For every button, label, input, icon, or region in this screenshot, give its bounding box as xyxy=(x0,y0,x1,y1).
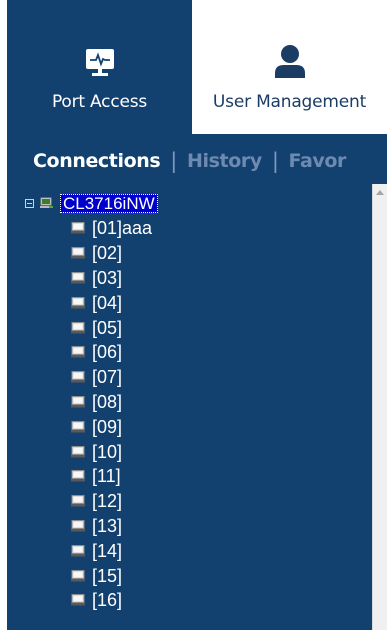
history-link[interactable]: History xyxy=(187,150,262,172)
computer-icon xyxy=(71,371,85,383)
port-label[interactable]: [14] xyxy=(92,541,122,561)
port-label[interactable]: [04] xyxy=(92,293,122,313)
port-row[interactable]: [15] xyxy=(71,563,152,588)
port-row[interactable]: [06] xyxy=(71,340,152,365)
computer-icon xyxy=(71,544,85,557)
port-row[interactable]: [09] xyxy=(71,414,152,439)
port-label[interactable]: [07] xyxy=(92,367,122,387)
port-row[interactable]: [07] xyxy=(71,365,152,390)
computer-icon xyxy=(71,222,85,234)
port-label[interactable]: [16] xyxy=(92,590,122,610)
computer-icon xyxy=(71,470,85,482)
tab-port-access[interactable]: Port Access xyxy=(7,0,192,134)
kvm-switch-icon xyxy=(40,197,54,209)
connections-link[interactable]: Connections xyxy=(33,150,161,172)
port-label[interactable]: [12] xyxy=(92,491,122,511)
port-row[interactable]: [08] xyxy=(71,390,152,415)
port-row[interactable]: [03] xyxy=(71,266,152,291)
port-label[interactable]: [02] xyxy=(92,243,122,263)
computer-icon xyxy=(71,569,85,582)
port-label[interactable]: [03] xyxy=(92,268,122,288)
connection-tree: CL3716iNW [01]aaa [02] [03] [04] [05] [06] [07… xyxy=(7,184,372,628)
computer-icon xyxy=(71,321,85,334)
tab-port-access-label: Port Access xyxy=(51,92,148,112)
monitor-pulse-icon xyxy=(82,42,118,78)
port-row[interactable]: [11] xyxy=(71,464,152,489)
computer-icon xyxy=(71,445,85,458)
port-list: [01]aaa [02] [03] [04] [05] [06] [07] [08] [09] [… xyxy=(71,216,152,613)
computer-icon xyxy=(71,247,85,259)
port-row[interactable]: [12] xyxy=(71,489,152,514)
port-row[interactable]: [01]aaa xyxy=(71,216,152,241)
view-links: Connections | History | Favor xyxy=(33,146,346,176)
collapse-toggle-icon[interactable] xyxy=(25,198,34,208)
computer-icon xyxy=(71,495,85,507)
computer-icon xyxy=(71,395,85,408)
port-label[interactable]: [09] xyxy=(92,417,122,437)
port-row[interactable]: [02] xyxy=(71,241,152,266)
tab-user-management-label: User Management xyxy=(212,92,367,112)
link-separator: | xyxy=(170,149,177,173)
computer-icon xyxy=(71,519,85,532)
computer-icon xyxy=(71,594,85,606)
tree-root-label[interactable]: CL3716iNW xyxy=(60,193,158,213)
computer-icon xyxy=(71,296,85,309)
port-label[interactable]: [11] xyxy=(92,466,121,486)
port-row[interactable]: [04] xyxy=(71,290,152,315)
computer-icon xyxy=(71,346,85,358)
port-row[interactable]: [10] xyxy=(71,439,152,464)
port-row[interactable]: [13] xyxy=(71,514,152,539)
port-label[interactable]: [05] xyxy=(92,318,122,338)
top-navigation-bar: Port Access User Management xyxy=(0,0,387,134)
port-label[interactable]: [01]aaa xyxy=(92,218,152,238)
tree-root-node[interactable]: CL3716iNW xyxy=(25,192,158,214)
port-label[interactable]: [15] xyxy=(92,566,122,586)
tree-scrollbar[interactable] xyxy=(372,184,387,630)
port-label[interactable]: [10] xyxy=(92,442,122,462)
user-icon xyxy=(274,42,306,78)
favorites-link[interactable]: Favor xyxy=(289,150,347,172)
port-label[interactable]: [06] xyxy=(92,342,122,362)
port-row[interactable]: [14] xyxy=(71,538,152,563)
computer-icon xyxy=(71,271,85,284)
scroll-up-arrow-icon[interactable] xyxy=(376,190,384,195)
computer-icon xyxy=(71,420,85,433)
port-label[interactable]: [08] xyxy=(92,392,122,412)
link-separator: | xyxy=(271,149,279,173)
tab-user-management[interactable]: User Management xyxy=(192,0,387,134)
port-label[interactable]: [13] xyxy=(92,516,122,536)
port-access-panel: Connections | History | Favor CL3716iNW … xyxy=(7,134,387,630)
port-row[interactable]: [05] xyxy=(71,315,152,340)
port-row[interactable]: [16] xyxy=(71,588,152,613)
